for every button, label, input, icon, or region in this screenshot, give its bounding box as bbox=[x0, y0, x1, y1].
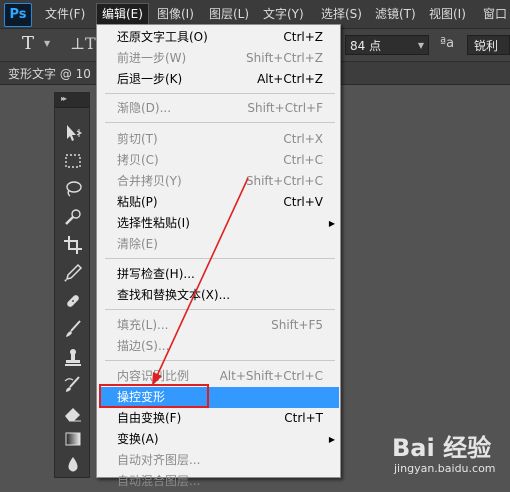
menu-separator bbox=[105, 360, 335, 361]
photoshop-logo: Ps bbox=[4, 3, 32, 27]
submenu-arrow-icon: ▶ bbox=[328, 219, 335, 228]
history-brush-tool-icon[interactable] bbox=[61, 373, 85, 397]
menu-separator bbox=[105, 93, 335, 94]
menu-item-shortcut: Alt+Shift+Ctrl+C bbox=[219, 369, 323, 383]
menu-item-label: 剪切(T) bbox=[117, 132, 158, 146]
submenu-arrow-icon: ▶ bbox=[328, 435, 335, 444]
menu-item-label: 拷贝(C) bbox=[117, 153, 159, 167]
menu-item-free-transform[interactable]: 自由变换(F) Ctrl+T bbox=[99, 408, 339, 429]
menu-item-transform[interactable]: 变换(A) ▶ bbox=[99, 429, 339, 450]
menu-item-step-forward[interactable]: 前进一步(W) Shift+Ctrl+Z bbox=[99, 48, 339, 69]
menu-file[interactable]: 文件(F) bbox=[40, 4, 90, 24]
menu-item-check-spelling[interactable]: 拼写检查(H)... bbox=[99, 264, 339, 285]
menu-item-paste[interactable]: 粘贴(P) Ctrl+V bbox=[99, 192, 339, 213]
menu-item-shortcut: Alt+Ctrl+Z bbox=[257, 72, 323, 86]
menu-item-label: 拼写检查(H)... bbox=[117, 267, 195, 281]
menu-item-label: 变换(A) bbox=[117, 432, 159, 446]
watermark-url: jingyan.baidu.com bbox=[394, 462, 496, 475]
menu-item-stroke[interactable]: 描边(S)... bbox=[99, 336, 339, 357]
menu-item-label: 还原文字工具(O) bbox=[117, 30, 208, 44]
menu-item-label: 前进一步(W) bbox=[117, 51, 187, 65]
menu-item-clear[interactable]: 清除(E) bbox=[99, 234, 339, 255]
menu-layer[interactable]: 图层(L) bbox=[204, 4, 254, 24]
menu-item-label: 自动对齐图层... bbox=[117, 453, 201, 467]
menu-item-label: 粘贴(P) bbox=[117, 195, 158, 209]
font-size-value: 84 点 bbox=[350, 39, 382, 53]
menu-item-undo-type-tool[interactable]: 还原文字工具(O) Ctrl+Z bbox=[99, 27, 339, 48]
annotation-highlight-box bbox=[99, 384, 209, 408]
chevron-down-icon: ▼ bbox=[417, 41, 424, 50]
menu-item-label: 清除(E) bbox=[117, 237, 158, 251]
menu-item-shortcut: Ctrl+Z bbox=[283, 30, 323, 44]
menu-item-label: 渐隐(D)... bbox=[117, 101, 172, 115]
menu-item-find-replace-text[interactable]: 查找和替换文本(X)... bbox=[99, 285, 339, 306]
menu-item-fade[interactable]: 渐隐(D)... Shift+Ctrl+F bbox=[99, 98, 339, 119]
eyedropper-tool-icon[interactable] bbox=[61, 261, 85, 285]
type-tool-icon[interactable]: T bbox=[22, 33, 34, 54]
tools-panel-header[interactable]: ▸▸ bbox=[55, 93, 89, 108]
menu-item-label: 合并拷贝(Y) bbox=[117, 174, 182, 188]
menu-item-label: 自动混合图层... bbox=[117, 474, 201, 488]
menu-item-shortcut: Shift+Ctrl+C bbox=[245, 174, 323, 188]
menu-filter[interactable]: 滤镜(T) bbox=[370, 4, 421, 24]
brush-tool-icon[interactable] bbox=[61, 317, 85, 341]
menu-item-shortcut: Ctrl+V bbox=[283, 195, 323, 209]
baidu-watermark: Bai 经验 jingyan.baidu.com bbox=[388, 422, 510, 478]
eraser-tool-icon[interactable] bbox=[61, 401, 85, 425]
menu-separator bbox=[105, 122, 335, 123]
document-tab-label: 变形文字 @ 10 bbox=[8, 67, 91, 81]
menu-item-cut[interactable]: 剪切(T) Ctrl+X bbox=[99, 129, 339, 150]
menu-select[interactable]: 选择(S) bbox=[316, 4, 367, 24]
menu-item-copy[interactable]: 拷贝(C) Ctrl+C bbox=[99, 150, 339, 171]
menu-image[interactable]: 图像(I) bbox=[152, 4, 199, 24]
menu-item-label: 填充(L)... bbox=[117, 318, 169, 332]
antialias-icon: ªa bbox=[440, 36, 455, 51]
blur-tool-icon[interactable] bbox=[61, 453, 85, 477]
menu-window[interactable]: 窗口 bbox=[478, 4, 510, 24]
menu-separator bbox=[105, 309, 335, 310]
edit-menu-dropdown: 还原文字工具(O) Ctrl+Z 前进一步(W) Shift+Ctrl+Z 后退… bbox=[96, 24, 341, 488]
marquee-tool-icon[interactable] bbox=[61, 149, 85, 173]
menu-item-shortcut: Ctrl+X bbox=[283, 132, 323, 146]
tools-panel: ▸▸ bbox=[54, 92, 90, 478]
lasso-tool-icon[interactable] bbox=[61, 177, 85, 201]
menu-item-auto-align-layers[interactable]: 自动对齐图层... bbox=[99, 450, 339, 471]
antialias-value: 锐利 bbox=[474, 39, 499, 53]
menu-item-label: 描边(S)... bbox=[117, 339, 170, 353]
clone-stamp-tool-icon[interactable] bbox=[61, 345, 85, 369]
menu-item-label: 选择性粘贴(I) bbox=[117, 216, 190, 230]
menu-item-shortcut: Shift+F5 bbox=[271, 318, 323, 332]
menu-type[interactable]: 文字(Y) bbox=[258, 4, 309, 24]
text-orientation-icon[interactable]: ⊥T bbox=[70, 34, 96, 53]
menu-item-paste-special[interactable]: 选择性粘贴(I) ▶ bbox=[99, 213, 339, 234]
antialias-select[interactable]: 锐利 bbox=[467, 35, 510, 55]
menu-item-auto-blend-layers[interactable]: 自动混合图层... bbox=[99, 471, 339, 492]
menu-item-step-backward[interactable]: 后退一步(K) Alt+Ctrl+Z bbox=[99, 69, 339, 90]
menu-item-label: 后退一步(K) bbox=[117, 72, 183, 86]
collapse-icon[interactable]: ▸▸ bbox=[61, 94, 67, 103]
healing-brush-tool-icon[interactable] bbox=[61, 289, 85, 313]
move-tool-icon[interactable] bbox=[61, 121, 85, 145]
menu-edit[interactable]: 编辑(E) bbox=[96, 3, 149, 25]
menu-item-copy-merged[interactable]: 合并拷贝(Y) Shift+Ctrl+C bbox=[99, 171, 339, 192]
crop-tool-icon[interactable] bbox=[61, 233, 85, 257]
menu-item-shortcut: Ctrl+C bbox=[283, 153, 323, 167]
menu-separator bbox=[105, 258, 335, 259]
menu-view[interactable]: 视图(I) bbox=[424, 4, 471, 24]
font-size-select[interactable]: 84 点 ▼ bbox=[345, 35, 429, 55]
quick-select-tool-icon[interactable] bbox=[61, 205, 85, 229]
menu-item-label: 自由变换(F) bbox=[117, 411, 182, 425]
menu-item-fill[interactable]: 填充(L)... Shift+F5 bbox=[99, 315, 339, 336]
menu-item-shortcut: Shift+Ctrl+F bbox=[247, 101, 323, 115]
gradient-tool-icon[interactable] bbox=[61, 427, 85, 451]
menu-item-shortcut: Shift+Ctrl+Z bbox=[246, 51, 323, 65]
menu-item-label: 查找和替换文本(X)... bbox=[117, 288, 231, 302]
chevron-down-icon[interactable]: ▼ bbox=[44, 39, 50, 48]
menu-item-shortcut: Ctrl+T bbox=[284, 411, 323, 425]
watermark-logo: Bai 经验 bbox=[392, 434, 492, 462]
